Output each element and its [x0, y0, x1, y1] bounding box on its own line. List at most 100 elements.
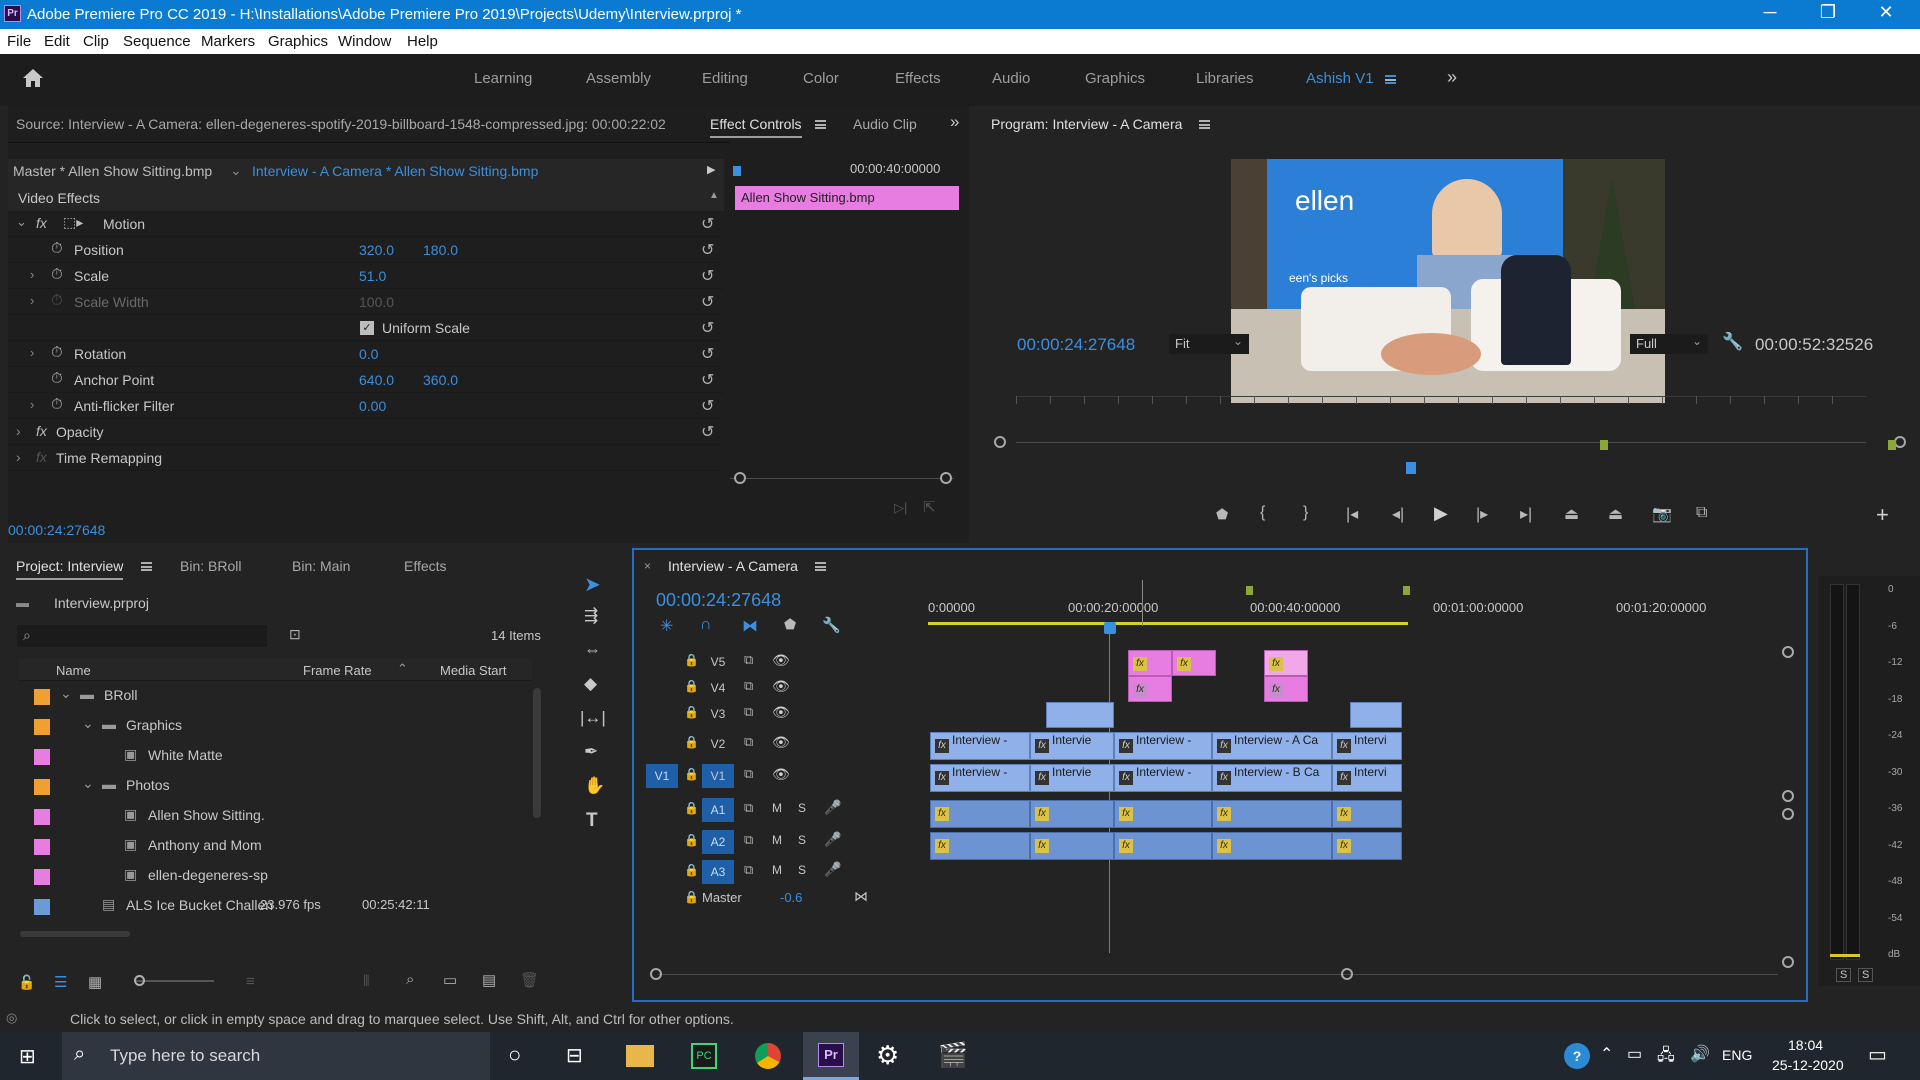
- add-marker-icon[interactable]: ⬟: [784, 616, 796, 633]
- timeline-timecode[interactable]: 00:00:24:27648: [656, 590, 781, 611]
- reset-scale-icon[interactable]: ↺: [701, 266, 714, 286]
- workspace-color[interactable]: Color: [803, 70, 839, 87]
- nest-icon[interactable]: ✳: [660, 616, 673, 636]
- track-target-label[interactable]: A1: [702, 798, 734, 822]
- step-forward-icon[interactable]: |▸: [1476, 504, 1488, 524]
- a1-clip[interactable]: fx: [1212, 800, 1332, 828]
- icon-view-icon[interactable]: ▦: [88, 973, 102, 991]
- v2-clip[interactable]: fx Interview -: [930, 732, 1030, 760]
- track-lock-icon[interactable]: 🔒: [684, 890, 699, 904]
- v4-clip[interactable]: fx: [1128, 676, 1172, 702]
- taskbar-search[interactable]: ⌕ Type here to search: [62, 1032, 490, 1080]
- position-y-value[interactable]: 180.0: [423, 242, 458, 258]
- workspace-menu-icon[interactable]: [1385, 75, 1396, 84]
- mini-clip-bar[interactable]: Allen Show Sitting.bmp: [735, 186, 959, 210]
- eye-icon[interactable]: 👁: [772, 766, 790, 783]
- go-to-out-icon[interactable]: ▸|: [1520, 504, 1532, 524]
- sync-lock-icon[interactable]: ⧉: [744, 704, 753, 720]
- close-button[interactable]: ✕: [1866, 2, 1906, 23]
- track-select-tool-icon[interactable]: ⇶: [584, 606, 598, 626]
- home-icon[interactable]: [22, 68, 44, 88]
- sync-lock-icon[interactable]: ⧉: [744, 652, 753, 668]
- mute-button[interactable]: M: [772, 833, 782, 847]
- find-icon[interactable]: ⌕: [406, 971, 414, 988]
- program-monitor-title[interactable]: Program: Interview - A Camera: [991, 116, 1182, 132]
- clock-time[interactable]: 18:04: [1788, 1037, 1823, 1053]
- mark-out-icon[interactable]: }: [1303, 504, 1308, 522]
- tab-effect-controls[interactable]: Effect Controls: [710, 116, 802, 138]
- solo-button[interactable]: S: [798, 863, 806, 877]
- new-search-bin-icon[interactable]: ⊡: [289, 626, 301, 643]
- add-marker-icon[interactable]: ⬟: [1216, 506, 1228, 523]
- workspace-assembly[interactable]: Assembly: [586, 70, 651, 87]
- track-lock-icon[interactable]: 🔒: [684, 833, 699, 847]
- effect-controls-menu-icon[interactable]: [815, 120, 826, 129]
- v1-clip[interactable]: fx Interview - B Ca: [1212, 764, 1332, 792]
- sort-icon[interactable]: ≡: [246, 973, 255, 990]
- automate-sequence-icon[interactable]: ⦀: [363, 973, 370, 990]
- a1-clip[interactable]: fx: [1332, 800, 1402, 828]
- pen-tool-icon[interactable]: ✒: [584, 742, 598, 762]
- new-item-icon[interactable]: ▤: [482, 971, 496, 989]
- stopwatch-icon[interactable]: ⏱: [51, 370, 63, 387]
- v1-clip[interactable]: fx Interview -: [930, 764, 1030, 792]
- chrome-icon[interactable]: [755, 1043, 781, 1069]
- lift-icon[interactable]: ⏏: [1564, 504, 1579, 524]
- microphone-icon[interactable]: 🎤: [824, 861, 841, 878]
- a2-clip[interactable]: fx: [1114, 832, 1212, 860]
- v3-clip[interactable]: [1046, 702, 1114, 728]
- fx-toggle-icon[interactable]: fx: [36, 423, 47, 439]
- workspace-graphics[interactable]: Graphics: [1085, 70, 1145, 87]
- v-scroll-top-handle[interactable]: [1782, 646, 1794, 658]
- add-button-icon[interactable]: +: [1876, 502, 1889, 528]
- master-clip-label[interactable]: Master * Allen Show Sitting.bmp: [13, 163, 212, 179]
- track-target-label[interactable]: V1: [702, 764, 734, 788]
- slip-tool-icon[interactable]: |↔|: [580, 708, 606, 728]
- stopwatch-icon[interactable]: ⏱: [51, 344, 63, 361]
- expand-rotation-icon[interactable]: ›: [30, 345, 34, 360]
- filter-icon[interactable]: ▷|: [894, 500, 907, 516]
- anchor-y-value[interactable]: 360.0: [423, 372, 458, 388]
- project-folder-row[interactable]: ⌄ ▬ BRoll: [26, 681, 540, 711]
- track-lock-icon[interactable]: 🔒: [684, 653, 699, 667]
- reset-scale-width-icon[interactable]: ↺: [701, 292, 714, 312]
- fx-toggle-icon[interactable]: fx: [36, 215, 47, 231]
- minimize-button[interactable]: ─: [1750, 2, 1790, 23]
- lock-icon[interactable]: 🔓: [18, 974, 35, 991]
- file-explorer-icon[interactable]: [626, 1045, 654, 1067]
- reset-motion-icon[interactable]: ↺: [701, 214, 714, 234]
- sync-lock-icon[interactable]: ⧉: [744, 766, 753, 782]
- label-color-swatch[interactable]: [34, 749, 50, 765]
- ripple-edit-tool-icon[interactable]: ⇔: [584, 640, 601, 660]
- close-sequence-icon[interactable]: ×: [644, 559, 651, 573]
- expand-folder-icon[interactable]: ⌄: [82, 775, 94, 792]
- export-frame-icon[interactable]: 📷: [1652, 504, 1672, 524]
- mute-button[interactable]: M: [772, 863, 782, 877]
- sort-ascending-icon[interactable]: ⌃: [397, 661, 408, 677]
- fit-dropdown[interactable]: Fit ⌄: [1169, 334, 1249, 354]
- col-media-start[interactable]: Media Start: [440, 663, 506, 678]
- a-scroll-bottom-handle[interactable]: [1782, 956, 1794, 968]
- timeline-menu-icon[interactable]: [815, 562, 826, 571]
- a1-clip[interactable]: fx: [1030, 800, 1114, 828]
- v2-clip[interactable]: fx Intervi: [1332, 732, 1402, 760]
- play-only-clip-icon[interactable]: ▶: [707, 163, 715, 176]
- track-target-label[interactable]: V5: [702, 650, 734, 674]
- reset-antiflicker-icon[interactable]: ↺: [701, 396, 714, 416]
- sequence-clip-label[interactable]: Interview - A Camera * Allen Show Sittin…: [252, 163, 538, 179]
- snap-icon[interactable]: ∩: [700, 616, 712, 634]
- label-color-swatch[interactable]: [34, 809, 50, 825]
- clapperboard-icon[interactable]: 🎬: [938, 1041, 968, 1070]
- label-color-swatch[interactable]: [34, 839, 50, 855]
- help-icon[interactable]: ?: [1564, 1043, 1590, 1069]
- project-folder-row[interactable]: ⌄ ▬ Photos: [26, 771, 540, 801]
- mini-zoom-handle-left[interactable]: [734, 472, 746, 484]
- task-view-icon[interactable]: ⊟: [566, 1043, 583, 1068]
- solo-left-button[interactable]: S: [1836, 968, 1852, 982]
- program-playhead-timecode[interactable]: 00:00:24:27648: [1017, 335, 1135, 355]
- windows-start-icon[interactable]: ⊞: [19, 1044, 36, 1069]
- battery-icon[interactable]: ▭: [1627, 1044, 1642, 1064]
- notifications-icon[interactable]: ▭: [1868, 1042, 1887, 1067]
- label-color-swatch[interactable]: [34, 869, 50, 885]
- project-h-scrollbar[interactable]: [20, 931, 130, 937]
